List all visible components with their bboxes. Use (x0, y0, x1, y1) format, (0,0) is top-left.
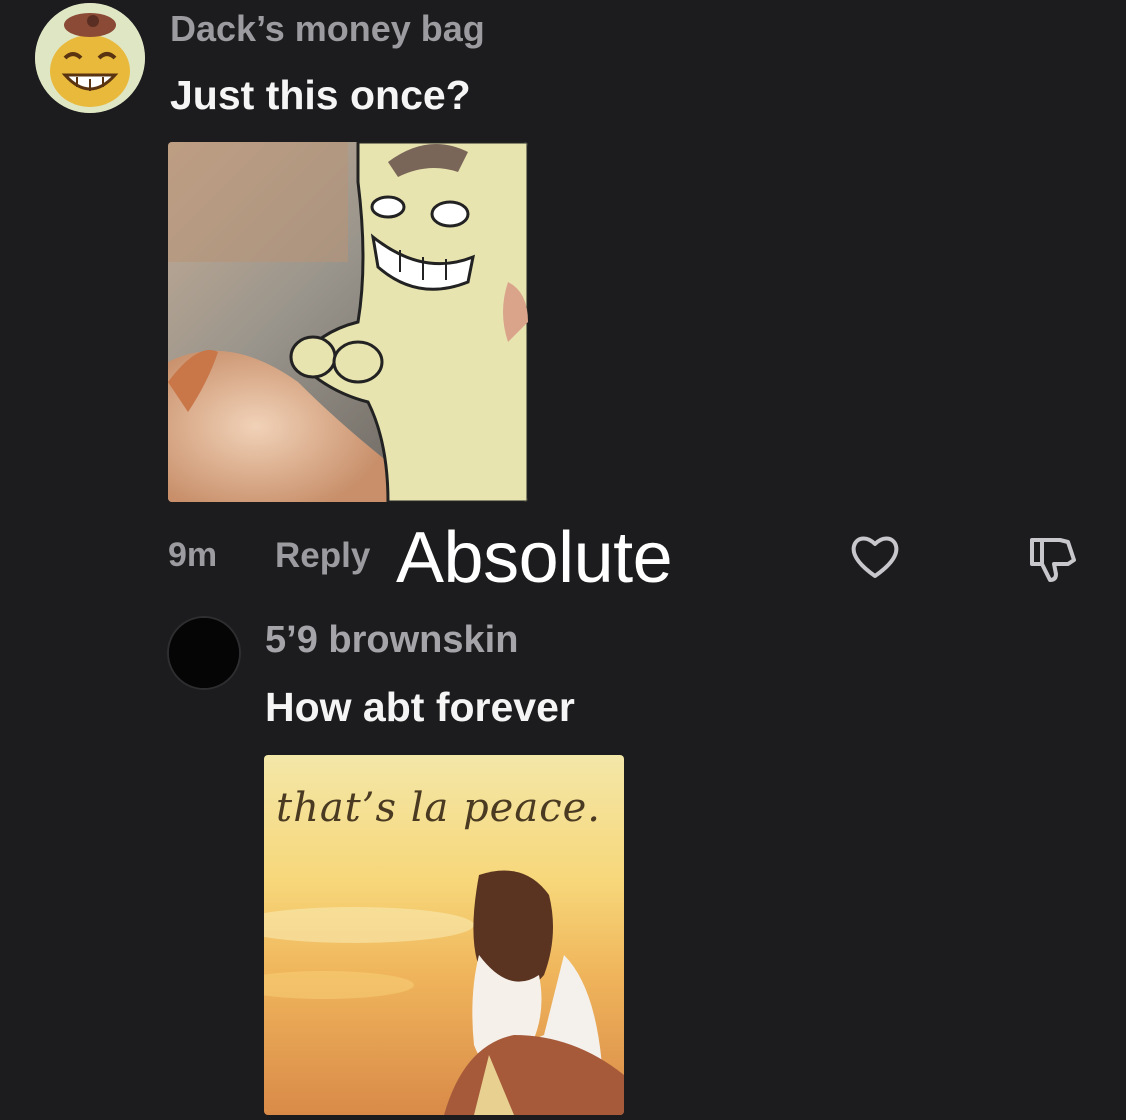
heart-outline-icon (851, 536, 899, 578)
cartoon-hand-offer-meme-icon (168, 142, 528, 502)
reply-comment-text: How abt forever (265, 684, 575, 730)
overlay-caption-text: Absolute (396, 518, 673, 598)
commenter-avatar[interactable] (35, 3, 145, 113)
like-button[interactable] (848, 530, 902, 584)
reply-comment-image[interactable]: that’s la peace. (264, 755, 624, 1115)
comment-actions-row: 9m Reply Absolute (0, 518, 1126, 600)
reply-button[interactable]: Reply (275, 536, 370, 576)
comment-timestamp: 9m (168, 536, 218, 574)
comment-text: Just this once? (170, 72, 471, 118)
black-circle-avatar-icon (169, 618, 239, 688)
commenter-username[interactable]: Dack’s money bag (170, 8, 485, 50)
comment-image[interactable] (168, 142, 528, 502)
cartoon-grin-avatar-icon (35, 3, 145, 113)
reply-commenter-username[interactable]: 5’9 brownskin (265, 619, 518, 662)
reply-commenter-avatar[interactable] (169, 618, 239, 688)
dislike-button[interactable] (1024, 530, 1082, 588)
thumbs-down-outline-icon (1030, 538, 1076, 582)
meme-caption-text: that’s la peace. (276, 785, 601, 831)
